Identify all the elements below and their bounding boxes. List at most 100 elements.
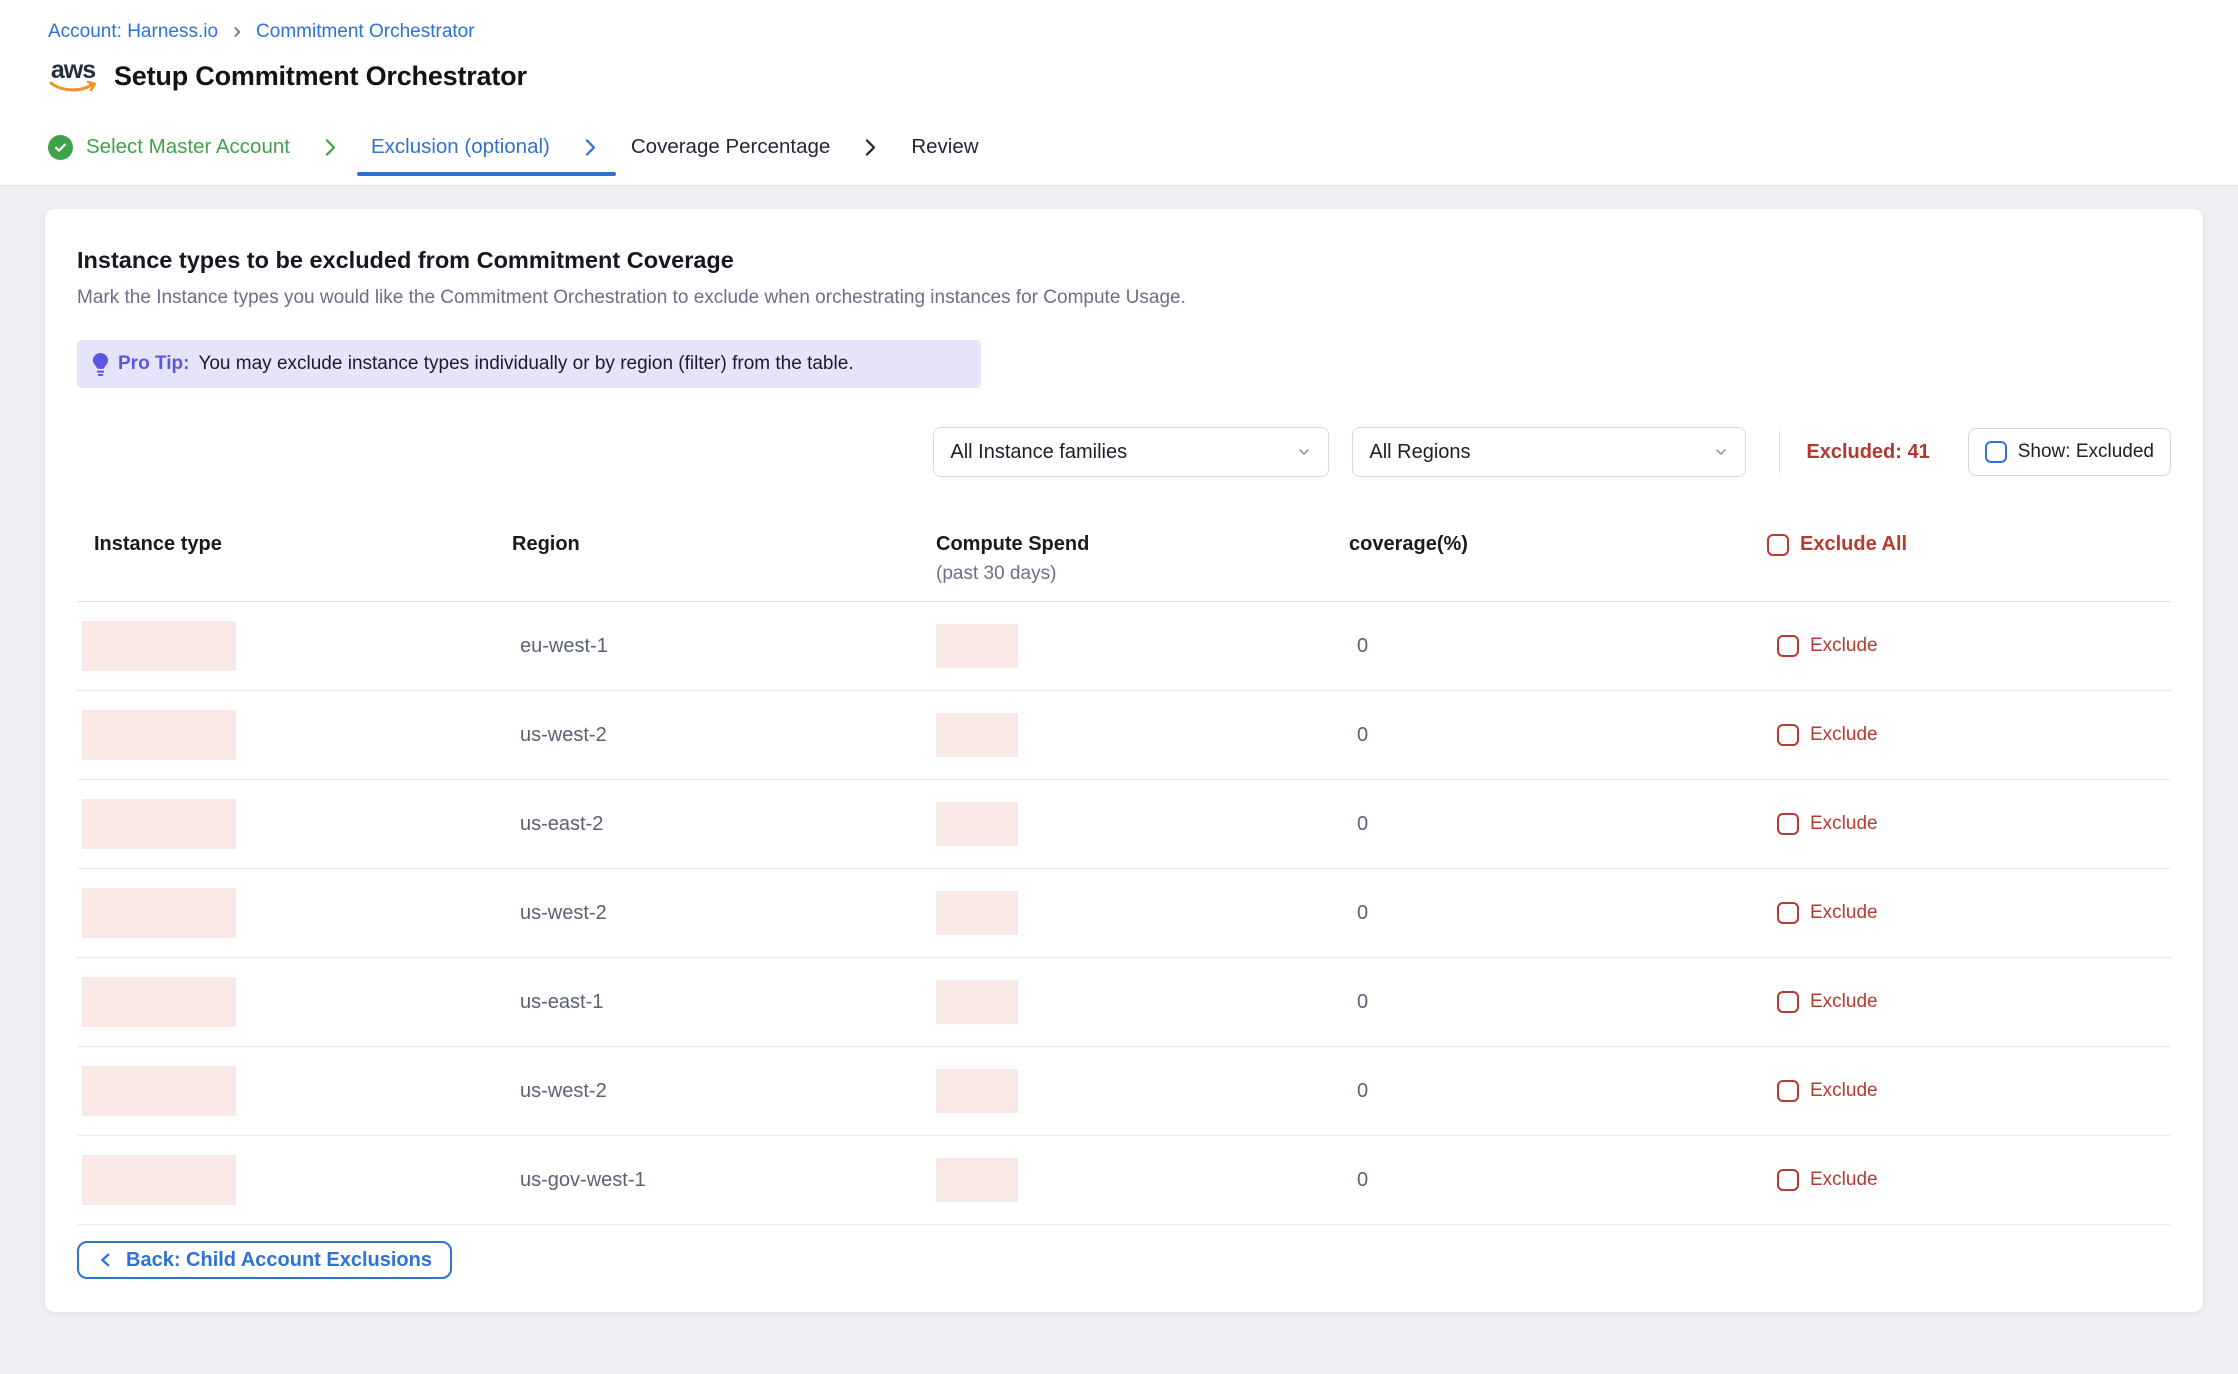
- region-cell: us-east-2: [520, 813, 603, 835]
- back-button-label: Back: Child Account Exclusions: [126, 1249, 432, 1272]
- coverage-cell: 0: [1357, 1080, 1368, 1102]
- show-excluded-checkbox[interactable]: [1985, 441, 2007, 463]
- pro-tip-text: You may exclude instance types individua…: [198, 353, 853, 375]
- step-label: Review: [911, 135, 978, 159]
- redacted-compute-spend: [936, 891, 1018, 935]
- redacted-instance-type: [82, 710, 236, 760]
- exclude-all-checkbox[interactable]: [1767, 534, 1789, 556]
- chevron-right-icon: [860, 137, 881, 158]
- exclude-checkbox[interactable]: [1777, 902, 1799, 924]
- check-circle-icon: [48, 135, 73, 160]
- redacted-compute-spend: [936, 624, 1018, 668]
- exclude-checkbox[interactable]: [1777, 813, 1799, 835]
- coverage-cell: 0: [1357, 902, 1368, 924]
- table-row: us-west-2 0 Exclude: [77, 1047, 2171, 1136]
- step-coverage-percentage[interactable]: Coverage Percentage: [631, 135, 830, 159]
- chevron-right-icon: [320, 137, 341, 158]
- exclude-label: Exclude: [1810, 813, 1878, 835]
- table-row: us-west-2 0 Exclude: [77, 869, 2171, 958]
- region-cell: eu-west-1: [520, 635, 608, 657]
- exclude-checkbox[interactable]: [1777, 991, 1799, 1013]
- region-cell: us-east-1: [520, 991, 603, 1013]
- excluded-count: Excluded: 41: [1806, 441, 1929, 464]
- header-exclude-all: Exclude All: [1767, 533, 2171, 556]
- step-review[interactable]: Review: [911, 135, 978, 159]
- page-content: Instance types to be excluded from Commi…: [0, 186, 2238, 1312]
- stepper: Select Master Account Exclusion (optiona…: [48, 118, 2238, 176]
- header-compute-spend-title: Compute Spend: [936, 533, 1089, 555]
- header-region: Region: [512, 533, 926, 556]
- region-cell: us-west-2: [520, 902, 607, 924]
- table-row: eu-west-1 0 Exclude: [77, 602, 2171, 691]
- table-row: us-west-2 0 Exclude: [77, 691, 2171, 780]
- header-instance-type: Instance type: [77, 533, 512, 556]
- pro-tip-banner: Pro Tip: You may exclude instance types …: [77, 340, 981, 388]
- card-heading: Instance types to be excluded from Commi…: [77, 247, 2171, 274]
- breadcrumb-account-link[interactable]: Account: Harness.io: [48, 21, 218, 43]
- breadcrumb: Account: Harness.io Commitment Orchestra…: [48, 20, 2238, 44]
- chevron-down-icon: [1296, 444, 1312, 460]
- pro-tip-label: Pro Tip:: [118, 353, 189, 375]
- redacted-compute-spend: [936, 713, 1018, 757]
- exclusion-card: Instance types to be excluded from Commi…: [45, 209, 2203, 1312]
- regions-select[interactable]: All Regions: [1352, 427, 1746, 477]
- table-row: us-gov-west-1 0 Exclude: [77, 1136, 2171, 1225]
- filters-row: All Instance families All Regions Exclud…: [77, 427, 2171, 477]
- region-cell: us-west-2: [520, 724, 607, 746]
- page-title: Setup Commitment Orchestrator: [114, 61, 527, 92]
- chevron-right-icon: [230, 25, 244, 39]
- chevron-down-icon: [1713, 444, 1729, 460]
- step-exclusion[interactable]: Exclusion (optional): [371, 135, 550, 159]
- step-label: Coverage Percentage: [631, 135, 830, 159]
- show-excluded-label: Show: Excluded: [2018, 441, 2154, 463]
- region-cell: us-gov-west-1: [520, 1169, 646, 1191]
- table-row: us-east-1 0 Exclude: [77, 958, 2171, 1047]
- regions-value: All Regions: [1369, 441, 1470, 464]
- aws-smile-icon: [49, 81, 97, 94]
- exclude-label: Exclude: [1810, 1169, 1878, 1191]
- redacted-compute-spend: [936, 802, 1018, 846]
- title-row: aws Setup Commitment Orchestrator: [48, 54, 2238, 98]
- table-row: us-east-2 0 Exclude: [77, 780, 2171, 869]
- coverage-cell: 0: [1357, 813, 1368, 835]
- instance-families-select[interactable]: All Instance families: [933, 427, 1329, 477]
- redacted-compute-spend: [936, 1069, 1018, 1113]
- instance-families-value: All Instance families: [950, 441, 1127, 464]
- show-excluded-toggle[interactable]: Show: Excluded: [1968, 428, 2171, 476]
- region-cell: us-west-2: [520, 1080, 607, 1102]
- vertical-divider: [1779, 431, 1780, 473]
- header-compute-spend: Compute Spend (past 30 days): [926, 533, 1349, 585]
- top-bar: Account: Harness.io Commitment Orchestra…: [0, 0, 2238, 186]
- redacted-compute-spend: [936, 1158, 1018, 1202]
- redacted-instance-type: [82, 799, 236, 849]
- coverage-cell: 0: [1357, 724, 1368, 746]
- step-select-master-account[interactable]: Select Master Account: [48, 135, 290, 160]
- lightbulb-icon: [92, 352, 109, 377]
- exclude-checkbox[interactable]: [1777, 635, 1799, 657]
- redacted-instance-type: [82, 1066, 236, 1116]
- card-subheading: Mark the Instance types you would like t…: [77, 287, 2171, 309]
- aws-logo-text: aws: [51, 58, 95, 83]
- exclude-label: Exclude: [1810, 902, 1878, 924]
- exclude-label: Exclude: [1810, 635, 1878, 657]
- breadcrumb-page-link[interactable]: Commitment Orchestrator: [256, 21, 475, 43]
- exclude-label: Exclude: [1810, 724, 1878, 746]
- coverage-cell: 0: [1357, 1169, 1368, 1191]
- coverage-cell: 0: [1357, 635, 1368, 657]
- exclusion-table: Instance type Region Compute Spend (past…: [77, 527, 2171, 1225]
- step-label: Select Master Account: [86, 135, 290, 159]
- redacted-instance-type: [82, 977, 236, 1027]
- exclude-label: Exclude: [1810, 1080, 1878, 1102]
- exclude-checkbox[interactable]: [1777, 1080, 1799, 1102]
- chevron-right-icon: [580, 137, 601, 158]
- exclude-checkbox[interactable]: [1777, 724, 1799, 746]
- redacted-instance-type: [82, 621, 236, 671]
- header-compute-spend-sub: (past 30 days): [936, 563, 1349, 585]
- redacted-compute-spend: [936, 980, 1018, 1024]
- aws-logo: aws: [48, 58, 98, 94]
- redacted-instance-type: [82, 1155, 236, 1205]
- header-coverage: coverage(%): [1349, 533, 1767, 556]
- redacted-instance-type: [82, 888, 236, 938]
- exclude-checkbox[interactable]: [1777, 1169, 1799, 1191]
- back-button[interactable]: Back: Child Account Exclusions: [77, 1241, 452, 1279]
